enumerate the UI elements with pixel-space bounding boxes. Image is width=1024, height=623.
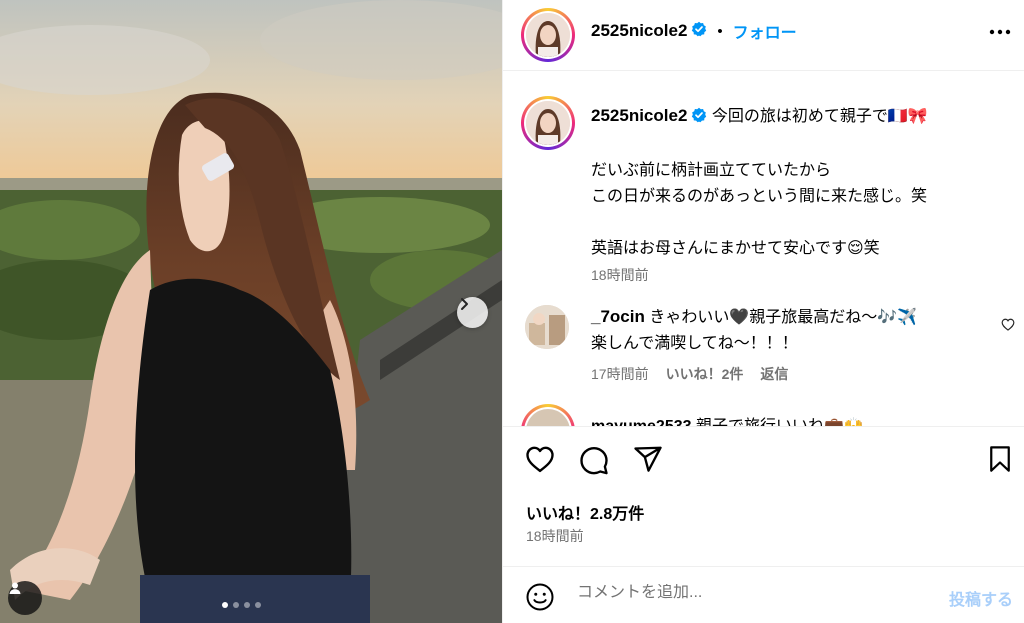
- more-horizontal-icon: [989, 29, 1011, 35]
- comment-time: 17時間前: [591, 366, 649, 382]
- user-tag-icon: [9, 582, 21, 594]
- avatar-image: [525, 305, 569, 349]
- post-header: 2525nicole2 • フォロー: [503, 0, 1024, 71]
- comment-bubble-icon: [580, 446, 608, 475]
- post-actions: いいね！2.8万件 18時間前: [503, 426, 1024, 566]
- carousel-dot: [244, 602, 250, 608]
- comment-meta: 17時間前 いいね！2件 返信: [591, 364, 788, 384]
- follow-button[interactable]: フォロー: [733, 19, 797, 43]
- comment-item: mayume2533 親子で旅行いいね💼🙌: [591, 412, 864, 426]
- author-username[interactable]: 2525nicole2: [591, 21, 687, 41]
- emoji-button[interactable]: [525, 582, 555, 617]
- carousel-dot: [233, 602, 239, 608]
- avatar-image: [526, 101, 570, 145]
- avatar-image: [526, 13, 570, 57]
- comment-button[interactable]: [579, 445, 609, 480]
- user-tags-button[interactable]: [8, 581, 42, 615]
- chevron-right-icon: [461, 298, 468, 310]
- carousel-indicator: [222, 602, 261, 608]
- add-comment-bar: 投稿する: [503, 566, 1024, 623]
- comment-reply-button[interactable]: 返信: [760, 364, 788, 384]
- comment-text: 親子で旅行いいね💼🙌: [696, 418, 864, 426]
- caption-avatar[interactable]: [521, 96, 575, 150]
- header-separator: •: [717, 22, 723, 40]
- comments-section[interactable]: 2525nicole2 今回の旅は初めて親子で🇫🇷🎀 だいぶ前に柄計画立てていた…: [503, 72, 1024, 426]
- caption-time: 18時間前: [591, 267, 649, 283]
- comment-like-button[interactable]: [1001, 318, 1015, 336]
- carousel-dot: [255, 602, 261, 608]
- caption-username[interactable]: 2525nicole2: [591, 106, 687, 125]
- heart-outline-icon: [1001, 318, 1015, 331]
- post-comment-button[interactable]: 投稿する: [949, 586, 1013, 610]
- comment-item: _7ocin きゃわいい🖤親子旅最高だね〜🎶✈️ 楽しんで満喫してね〜！！！: [591, 304, 971, 357]
- heart-icon: [526, 446, 554, 473]
- comment-avatar[interactable]: [525, 305, 569, 349]
- emoji-smile-icon: [526, 583, 554, 611]
- paper-plane-icon: [634, 446, 662, 472]
- caption-body: 今回の旅は初めて親子で🇫🇷🎀 だいぶ前に柄計画立てていたから この日が来るのがあ…: [591, 108, 928, 257]
- photo-scene: [0, 0, 502, 623]
- post-sidebar: 2525nicole2 • フォロー 2525nicole2 今回の旅は初めて親…: [502, 0, 1024, 623]
- caption: 2525nicole2 今回の旅は初めて親子で🇫🇷🎀 だいぶ前に柄計画立てていた…: [591, 103, 1011, 289]
- like-button[interactable]: [525, 445, 555, 478]
- post-photo: [0, 0, 502, 623]
- comment-username[interactable]: mayume2533: [591, 418, 692, 426]
- author-avatar[interactable]: [521, 8, 575, 62]
- post-time: 18時間前: [526, 528, 584, 544]
- bookmark-icon: [990, 446, 1010, 472]
- carousel-next-button[interactable]: [457, 297, 488, 328]
- likes-count[interactable]: いいね！2.8万件: [526, 500, 644, 524]
- verified-badge-icon: [691, 106, 707, 132]
- comment-input[interactable]: [577, 584, 917, 602]
- save-button[interactable]: [987, 445, 1013, 478]
- carousel-dot: [222, 602, 228, 608]
- verified-badge-icon: [691, 21, 707, 42]
- share-button[interactable]: [633, 445, 663, 478]
- more-options-button[interactable]: [987, 22, 1013, 42]
- comment-avatar[interactable]: [521, 404, 575, 426]
- comment-username[interactable]: _7ocin: [591, 307, 645, 326]
- comment-likes[interactable]: いいね！2件: [666, 364, 744, 384]
